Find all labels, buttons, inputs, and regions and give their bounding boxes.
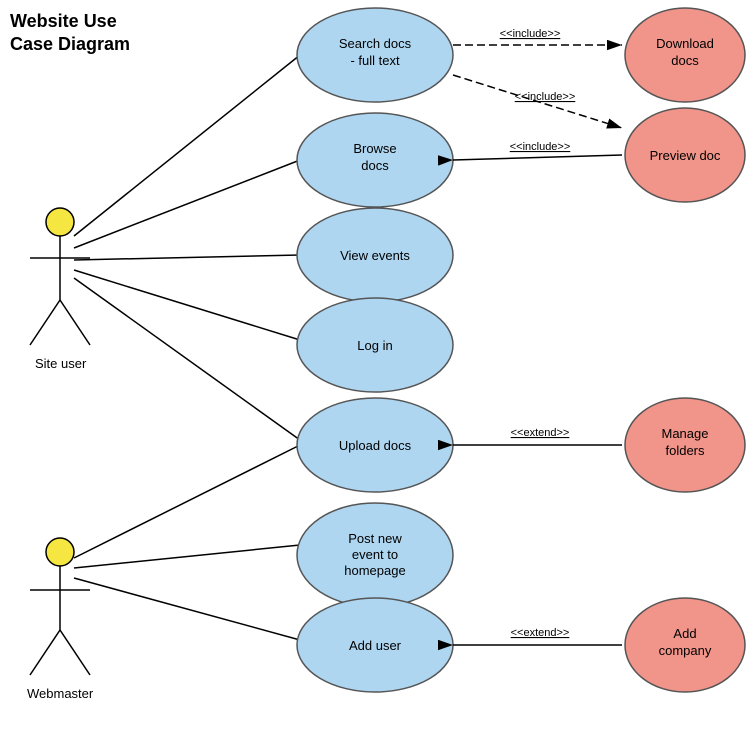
preview-doc-label: Preview doc	[650, 148, 721, 163]
manage-folders-label1: Manage	[662, 426, 709, 441]
browse-docs-label2: docs	[361, 158, 389, 173]
diagram: Site user Webmaster Search docs - full t…	[0, 0, 750, 731]
webmaster-label: Webmaster	[27, 686, 94, 701]
site-user-label: Site user	[35, 356, 87, 371]
search-docs-label1: Search docs	[339, 36, 412, 51]
add-company-label1: Add	[673, 626, 696, 641]
extend-label-1: <<extend>>	[511, 427, 570, 439]
log-in-label: Log in	[357, 338, 392, 353]
post-event-label1: Post new	[348, 531, 402, 546]
include-label-2: <<include>>	[515, 91, 576, 103]
download-docs-label1: Download	[656, 36, 714, 51]
upload-docs-label: Upload docs	[339, 438, 412, 453]
extend-label-2: <<extend>>	[511, 627, 570, 639]
download-docs-label2: docs	[671, 53, 699, 68]
include-label-3: <<include>>	[510, 141, 571, 153]
view-events-label: View events	[340, 248, 410, 263]
browse-docs-label1: Browse	[353, 141, 396, 156]
manage-folders-label2: folders	[665, 443, 705, 458]
include-label-1: <<include>>	[500, 28, 561, 40]
post-event-label2: event to	[352, 547, 398, 562]
post-event-label3: homepage	[344, 563, 405, 578]
add-company-label2: company	[659, 643, 712, 658]
add-user-label: Add user	[349, 638, 402, 653]
search-docs-label2: - full text	[350, 53, 400, 68]
rel-browse-preview	[453, 155, 622, 160]
